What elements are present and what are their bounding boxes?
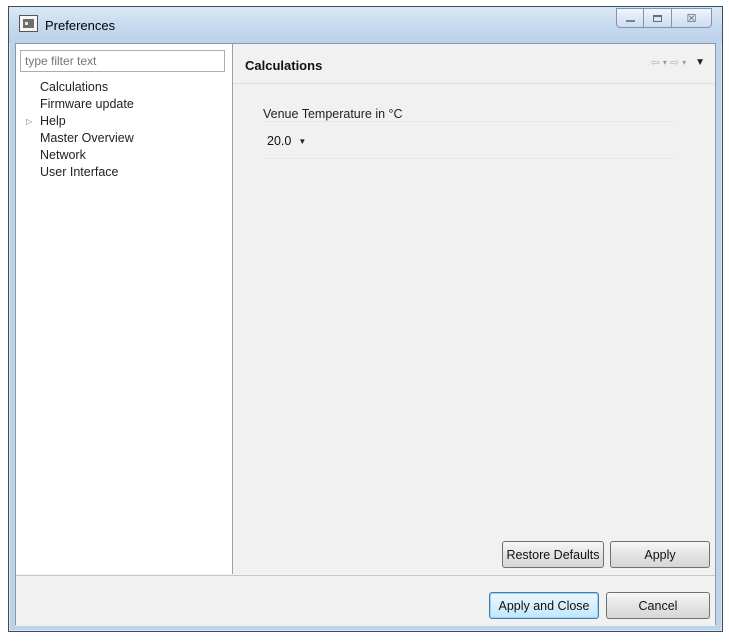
close-icon[interactable]: ☒: [672, 8, 712, 28]
venue-temperature-select[interactable]: 20.0 ▼: [263, 132, 311, 150]
view-menu-icon[interactable]: ▼: [695, 57, 705, 68]
preferences-window: Preferences ☒ Calculations Firmware upda…: [8, 6, 723, 632]
preferences-app-icon: [19, 15, 38, 32]
window-title: Preferences: [45, 18, 116, 33]
preferences-sidebar: Calculations Firmware update ▷ Help Maste…: [16, 44, 233, 574]
preference-page: Calculations ⇦ ▾ ⇨ ▾ ▼ Venue Temperature…: [233, 44, 715, 574]
tree-item-label: Firmware update: [40, 97, 134, 111]
tree-item-master-overview[interactable]: Master Overview: [16, 130, 134, 147]
restore-defaults-button[interactable]: Restore Defaults: [502, 541, 604, 568]
divider: [263, 158, 675, 159]
expand-arrow-icon[interactable]: ▷: [26, 113, 32, 130]
tree-item-label: Master Overview: [40, 131, 134, 145]
page-title: Calculations: [245, 58, 323, 73]
venue-temperature-label: Venue Temperature in °C: [263, 107, 403, 121]
title-bar[interactable]: Preferences ☒: [9, 7, 722, 43]
tree-item-calculations[interactable]: Calculations: [16, 79, 134, 96]
tree-item-label: Calculations: [40, 80, 109, 94]
maximize-icon[interactable]: [644, 8, 672, 28]
apply-button[interactable]: Apply: [610, 541, 710, 568]
forward-dropdown-icon[interactable]: ▾: [682, 58, 686, 67]
preferences-tree: Calculations Firmware update ▷ Help Maste…: [16, 79, 134, 181]
chevron-down-icon: ▼: [298, 136, 307, 146]
tree-item-firmware-update[interactable]: Firmware update: [16, 96, 134, 113]
dialog-button-bar: Apply and Close Cancel: [16, 575, 715, 626]
tree-item-label: Help: [40, 114, 66, 128]
filter-input[interactable]: [20, 50, 225, 72]
tree-item-label: User Interface: [40, 165, 119, 179]
forward-arrow-icon[interactable]: ⇨: [670, 56, 679, 69]
tree-item-help[interactable]: ▷ Help: [16, 113, 134, 130]
back-dropdown-icon[interactable]: ▾: [663, 58, 667, 67]
apply-and-close-button[interactable]: Apply and Close: [489, 592, 599, 619]
dialog-body: Calculations Firmware update ▷ Help Maste…: [15, 43, 716, 626]
tree-item-user-interface[interactable]: User Interface: [16, 164, 134, 181]
cancel-button[interactable]: Cancel: [606, 592, 710, 619]
page-navigation: ⇦ ▾ ⇨ ▾ ▼: [651, 56, 705, 69]
tree-item-label: Network: [40, 148, 86, 162]
back-arrow-icon[interactable]: ⇦: [651, 56, 660, 69]
tree-item-network[interactable]: Network: [16, 147, 134, 164]
page-header: Calculations ⇦ ▾ ⇨ ▾ ▼: [233, 44, 715, 84]
window-controls: ☒: [616, 8, 712, 28]
divider: [263, 121, 675, 122]
minimize-icon[interactable]: [616, 8, 644, 28]
venue-temperature-value: 20.0: [267, 134, 292, 148]
